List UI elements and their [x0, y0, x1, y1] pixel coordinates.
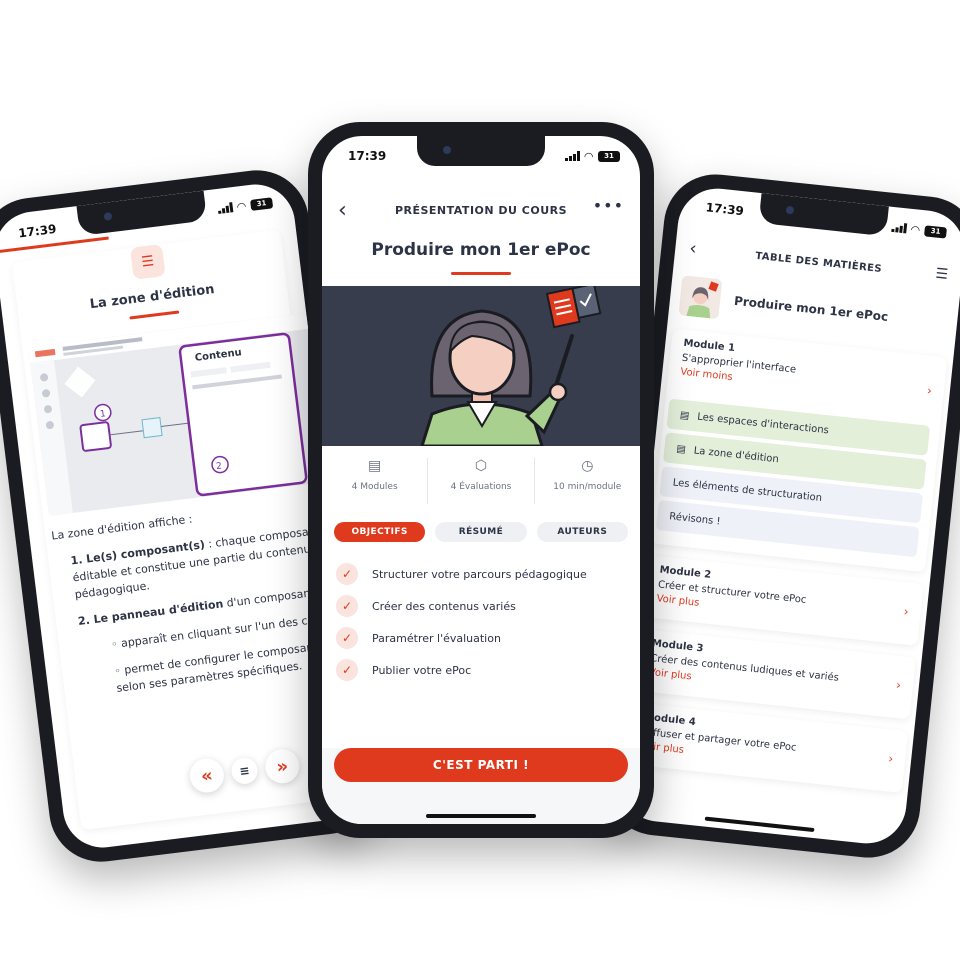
start-course-button[interactable]: C'EST PARTI !	[334, 748, 628, 782]
teacher-illustration	[322, 286, 640, 446]
chevron-right-icon: ›	[887, 751, 894, 766]
course-thumbnail	[678, 275, 723, 320]
wifi-icon: ◠	[236, 199, 247, 214]
course-title: Produire mon 1er ePoc	[371, 240, 591, 260]
stat-duration-label: 10 min/module	[553, 482, 622, 492]
list-item-2-title: 2. Le panneau d'édition	[77, 597, 225, 629]
list-item: ✓ Créer des contenus variés	[336, 590, 626, 622]
document-icon: ▤	[368, 458, 382, 474]
tab-objectifs[interactable]: OBJECTIFS	[334, 522, 426, 542]
editor-screenshot: 1 Contenu 2	[28, 312, 327, 516]
notch	[758, 193, 889, 237]
document-icon: ▤	[679, 409, 690, 422]
chevron-right-icon: ›	[895, 677, 902, 693]
module-card-1[interactable]: Module 1 S'approprier l'interface Voir m…	[650, 328, 948, 573]
status-time: 17:39	[705, 200, 745, 219]
course-stats: ▤ 4 Modules ⬡ 4 Évaluations ◷ 10 min/mod…	[322, 458, 640, 504]
wifi-icon: ◠	[584, 149, 593, 163]
objectives-list: ✓ Structurer votre parcours pédagogique ✓…	[336, 558, 626, 686]
notch	[76, 190, 208, 236]
check-icon: ✓	[336, 627, 358, 649]
list-item: ✓ Structurer votre parcours pédagogique	[336, 558, 626, 590]
more-button[interactable]: •••	[593, 196, 624, 215]
center-screen: 17:39 ◠ 31 ‹ PRÉSENTATION DU COURS ••• P…	[322, 136, 640, 824]
battery-icon: 31	[924, 224, 948, 239]
title-underline	[451, 272, 511, 275]
list-item: ✓ Publier votre ePoc	[336, 654, 626, 686]
next-button[interactable]: »	[263, 747, 302, 786]
check-icon: ✓	[336, 563, 358, 585]
objective-text: Publier votre ePoc	[372, 663, 472, 677]
status-time: 17:39	[348, 149, 387, 163]
course-hero-image	[322, 286, 640, 446]
module-card-2[interactable]: Module 2 Créer et structurer votre ePoc …	[642, 555, 924, 646]
chevron-right-icon: ›	[926, 383, 933, 398]
document-icon: ▤	[675, 443, 687, 456]
clock-icon: ◷	[581, 458, 594, 474]
stat-evaluations-label: 4 Évaluations	[450, 482, 512, 492]
menu-button[interactable]: ≡	[230, 756, 260, 786]
stat-duration: ◷ 10 min/module	[535, 458, 640, 504]
menu-icon: ≡	[238, 763, 251, 779]
previous-button[interactable]: «	[187, 756, 226, 795]
objective-text: Paramétrer l'évaluation	[372, 631, 501, 645]
right-screen: 17:39 ◠ 31 ‹ TABLE DES MATIÈRES ☰ Produi…	[615, 184, 960, 848]
callout-1: 1	[99, 409, 106, 420]
list-item: ✓ Paramétrer l'évaluation	[336, 622, 626, 654]
more-icon: •••	[592, 196, 624, 215]
check-icon: ✓	[336, 595, 358, 617]
signal-icon	[217, 202, 233, 214]
back-button[interactable]: ‹	[338, 198, 347, 223]
stat-modules-label: 4 Modules	[351, 482, 398, 492]
course-header: ‹ PRÉSENTATION DU COURS •••	[322, 190, 640, 230]
editor-screenshot-illustration: 1 Contenu 2	[28, 312, 327, 516]
chevron-right-icon: ›	[903, 604, 910, 619]
wifi-icon: ◠	[910, 222, 921, 237]
objective-text: Structurer votre parcours pédagogique	[372, 567, 587, 581]
double-chevron-right-icon: »	[275, 755, 290, 778]
battery-icon: 31	[598, 150, 620, 162]
menu-button[interactable]: ☰	[935, 266, 949, 283]
back-button[interactable]: ‹	[688, 238, 697, 260]
course-tabs: OBJECTIFS RÉSUMÉ AUTEURS	[334, 522, 628, 542]
toc-title: TABLE DES MATIÈRES	[754, 250, 883, 275]
signal-icon	[891, 222, 907, 234]
stat-evaluations: ⬡ 4 Évaluations	[428, 458, 535, 504]
toc-item-label: La zone d'édition	[693, 444, 780, 465]
battery-icon: 31	[249, 196, 274, 211]
tab-auteurs[interactable]: AUTEURS	[536, 522, 628, 542]
toc-item-label: Révisons !	[668, 510, 722, 528]
home-indicator	[426, 814, 536, 818]
chevron-left-icon: ‹	[338, 198, 347, 223]
hamburger-icon: ☰	[934, 265, 949, 283]
tab-resume[interactable]: RÉSUMÉ	[435, 522, 527, 542]
double-chevron-left-icon: «	[199, 764, 214, 787]
cube-icon: ⬡	[474, 458, 488, 474]
callout-2: 2	[216, 461, 223, 472]
phone-right: 17:39 ◠ 31 ‹ TABLE DES MATIÈRES ☰ Produi…	[600, 169, 960, 863]
status-time: 17:39	[17, 221, 58, 241]
toc-item-label: Les espaces d'interactions	[696, 411, 830, 436]
signal-icon	[565, 151, 580, 161]
chevron-left-icon: ‹	[688, 237, 698, 260]
objective-text: Créer des contenus variés	[372, 599, 516, 613]
notch	[417, 136, 545, 166]
document-icon: ☰	[129, 244, 166, 280]
stat-modules: ▤ 4 Modules	[322, 458, 429, 504]
teacher-thumbnail-icon	[678, 275, 723, 320]
course-title: Produire mon 1er ePoc	[733, 293, 889, 324]
phone-center: 17:39 ◠ 31 ‹ PRÉSENTATION DU COURS ••• P…	[308, 122, 654, 838]
header-title: PRÉSENTATION DU COURS	[394, 203, 568, 217]
module-card-3[interactable]: Module 3 Créer des contenus ludiques et …	[634, 628, 916, 720]
module-card-4[interactable]: Module 4 Diffuser et partager votre ePoc…	[627, 702, 909, 793]
home-indicator	[704, 816, 815, 833]
toc-item-label: Les éléments de structuration	[672, 476, 823, 504]
check-icon: ✓	[336, 659, 358, 681]
